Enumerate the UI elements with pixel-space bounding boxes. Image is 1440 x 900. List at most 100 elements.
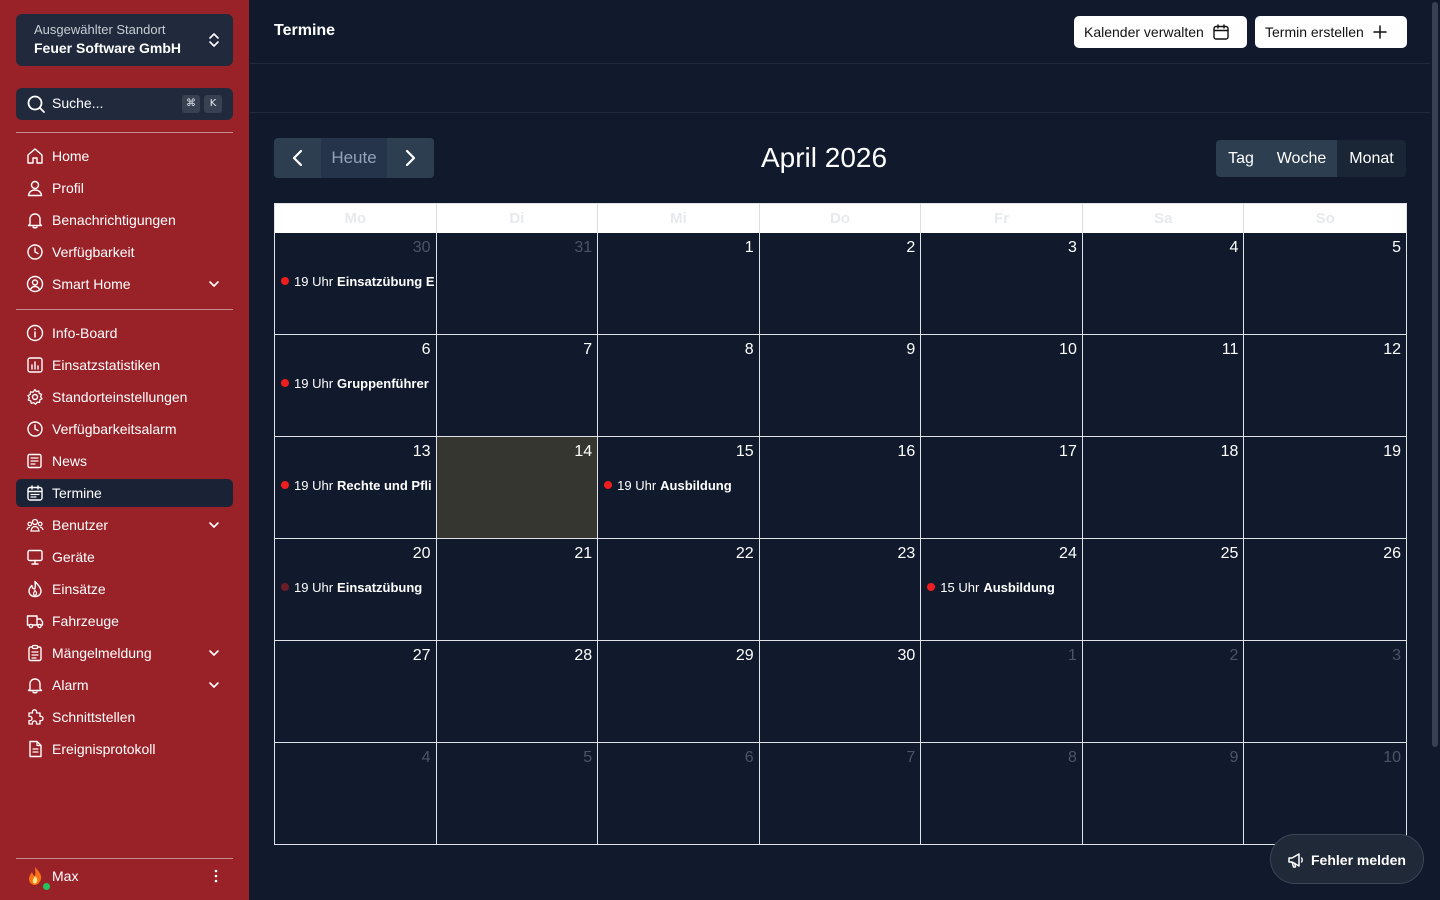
calendar-event[interactable]: 19 Uhr Gruppenführer bbox=[281, 374, 434, 392]
calendar-day[interactable]: 21 bbox=[436, 539, 599, 641]
calendar-day[interactable]: 4 bbox=[1082, 233, 1245, 335]
calendar-day[interactable]: 17 bbox=[921, 437, 1083, 539]
calendar-day[interactable]: 6 bbox=[598, 743, 760, 845]
day-number: 18 bbox=[1220, 443, 1239, 460]
calendar-day[interactable]: 4 bbox=[275, 743, 437, 845]
sidebar-item-profil[interactable]: Profil bbox=[16, 174, 233, 202]
month-calendar: Mo Di Mi Do Fr Sa So 30 19 Uhr Einsatzübung E 31 1… bbox=[274, 203, 1407, 845]
online-status-dot bbox=[42, 882, 51, 891]
sidebar-item-fahrzeuge[interactable]: Fahrzeuge bbox=[16, 607, 233, 635]
calendar-day[interactable]: 8 bbox=[921, 743, 1083, 845]
create-event-button[interactable]: Termin erstellen bbox=[1255, 16, 1407, 48]
day-number: 9 bbox=[1229, 749, 1239, 766]
subheader-divider bbox=[250, 112, 1430, 113]
search-input[interactable]: Suche... ⌘ K bbox=[16, 88, 233, 120]
sidebar-item-einsatzstatistiken[interactable]: Einsatzstatistiken bbox=[16, 351, 233, 379]
sidebar-item-news[interactable]: News bbox=[16, 447, 233, 475]
view-week-button[interactable]: Woche bbox=[1266, 140, 1337, 177]
calendar-day[interactable]: 7 bbox=[436, 335, 599, 437]
calendar-day[interactable]: 5 bbox=[437, 743, 599, 845]
calendar-day[interactable]: 3 bbox=[1244, 641, 1406, 743]
calendar-day[interactable]: 6 19 Uhr Gruppenführer bbox=[275, 335, 437, 437]
calendar-day-today[interactable]: 14 bbox=[436, 437, 599, 539]
sidebar-item-ereignisprotokoll[interactable]: Ereignisprotokoll bbox=[16, 735, 233, 763]
calendar-day[interactable]: 28 bbox=[436, 641, 599, 743]
sidebar-item-verfuegbarkeit[interactable]: Verfügbarkeit bbox=[16, 238, 233, 266]
calendar-day[interactable]: 20 19 Uhr Einsatzübung bbox=[275, 539, 437, 641]
calendar-day[interactable]: 30 bbox=[759, 641, 922, 743]
prev-month-button[interactable] bbox=[274, 138, 321, 178]
sidebar-item-geraete[interactable]: Geräte bbox=[16, 543, 233, 571]
sidebar-item-label: Standorteinstellungen bbox=[52, 389, 188, 405]
report-bug-button[interactable]: Fehler melden bbox=[1270, 834, 1424, 884]
day-number: 4 bbox=[421, 749, 431, 766]
manage-calendar-button[interactable]: Kalender verwalten bbox=[1074, 16, 1247, 48]
day-number: 4 bbox=[1229, 239, 1239, 256]
sidebar-item-benachrichtigungen[interactable]: Benachrichtigungen bbox=[16, 206, 233, 234]
weekday-label: So bbox=[1315, 210, 1335, 227]
calendar-event[interactable]: 19 Uhr Einsatzübung E bbox=[281, 272, 434, 290]
calendar-day[interactable]: 8 bbox=[598, 335, 760, 437]
calendar-day[interactable]: 7 bbox=[760, 743, 922, 845]
user-menu[interactable]: Max bbox=[16, 862, 233, 891]
calendar-day[interactable]: 10 bbox=[1244, 743, 1406, 845]
sidebar-item-label: Ereignisprotokoll bbox=[52, 741, 156, 757]
calendar-day[interactable]: 25 bbox=[1082, 539, 1245, 641]
calendar-day[interactable]: 27 bbox=[275, 641, 437, 743]
calendar-day[interactable]: 16 bbox=[759, 437, 922, 539]
day-number: 1 bbox=[1067, 647, 1077, 664]
calendar-day[interactable]: 24 15 Uhr Ausbildung bbox=[921, 539, 1083, 641]
sidebar-item-label: Alarm bbox=[52, 677, 89, 693]
sidebar-item-benutzer[interactable]: Benutzer bbox=[16, 511, 233, 539]
sidebar-item-maengelmeldung[interactable]: Mängelmeldung bbox=[16, 639, 233, 667]
calendar-day[interactable]: 31 bbox=[436, 233, 599, 335]
calendar-day[interactable]: 19 bbox=[1244, 437, 1406, 539]
calendar-day[interactable]: 2 bbox=[759, 233, 922, 335]
sidebar-item-standorteinstellungen[interactable]: Standorteinstellungen bbox=[16, 383, 233, 411]
calendar-day[interactable]: 9 bbox=[759, 335, 922, 437]
calendar-day[interactable]: 30 19 Uhr Einsatzübung E bbox=[275, 233, 437, 335]
location-selector[interactable]: Ausgewählter Standort Feuer Software Gmb… bbox=[16, 14, 233, 66]
view-day-button[interactable]: Tag bbox=[1216, 140, 1266, 177]
calendar-day[interactable]: 12 bbox=[1244, 335, 1406, 437]
calendar-day[interactable]: 13 19 Uhr Rechte und Pfli bbox=[275, 437, 437, 539]
day-number: 28 bbox=[574, 647, 593, 664]
sidebar-item-home[interactable]: Home bbox=[16, 142, 233, 170]
calendar-day[interactable]: 29 bbox=[598, 641, 760, 743]
calendar-event[interactable]: 19 Uhr Einsatzübung bbox=[281, 578, 434, 596]
sidebar-item-verfuegbarkeitsalarm[interactable]: Verfügbarkeitsalarm bbox=[16, 415, 233, 443]
sidebar-item-label: Mängelmeldung bbox=[52, 645, 152, 661]
calendar-day[interactable]: 1 bbox=[921, 641, 1083, 743]
view-month-button[interactable]: Monat bbox=[1337, 140, 1406, 177]
day-number: 3 bbox=[1067, 239, 1077, 256]
more-vertical-icon[interactable] bbox=[213, 868, 219, 884]
calendar-day[interactable]: 23 bbox=[759, 539, 922, 641]
sidebar-item-smart-home[interactable]: Smart Home bbox=[16, 270, 233, 298]
day-number: 11 bbox=[1221, 341, 1239, 358]
calendar-day[interactable]: 15 19 Uhr Ausbildung bbox=[598, 437, 760, 539]
calendar-day[interactable]: 18 bbox=[1082, 437, 1245, 539]
calendar-day[interactable]: 9 bbox=[1083, 743, 1245, 845]
calendar-event[interactable]: 15 Uhr Ausbildung bbox=[927, 578, 1080, 596]
sidebar-item-info-board[interactable]: Info-Board bbox=[16, 319, 233, 347]
sidebar-item-label: Einsatzstatistiken bbox=[52, 357, 161, 373]
day-number: 10 bbox=[1059, 341, 1077, 358]
calendar-day[interactable]: 5 bbox=[1244, 233, 1406, 335]
calendar-day[interactable]: 3 bbox=[921, 233, 1083, 335]
sidebar-item-termine[interactable]: Termine bbox=[16, 479, 233, 507]
calendar-event[interactable]: 19 Uhr Rechte und Pfli bbox=[281, 476, 434, 494]
calendar-day[interactable]: 22 bbox=[598, 539, 760, 641]
calendar-day[interactable]: 1 bbox=[598, 233, 760, 335]
sidebar-item-label: Info-Board bbox=[52, 325, 118, 341]
calendar-event[interactable]: 19 Uhr Ausbildung bbox=[604, 476, 757, 494]
sidebar-item-alarm[interactable]: Alarm bbox=[16, 671, 233, 699]
next-month-button[interactable] bbox=[387, 138, 434, 178]
sidebar-item-schnittstellen[interactable]: Schnittstellen bbox=[16, 703, 233, 731]
sidebar-item-einsaetze[interactable]: Einsätze bbox=[16, 575, 233, 603]
today-button[interactable]: Heute bbox=[321, 138, 387, 178]
calendar-day[interactable]: 26 bbox=[1244, 539, 1406, 641]
calendar-day[interactable]: 10 bbox=[921, 335, 1083, 437]
calendar-day[interactable]: 11 bbox=[1082, 335, 1245, 437]
calendar-day[interactable]: 2 bbox=[1082, 641, 1245, 743]
scrollbar-thumb[interactable] bbox=[1432, 2, 1438, 747]
